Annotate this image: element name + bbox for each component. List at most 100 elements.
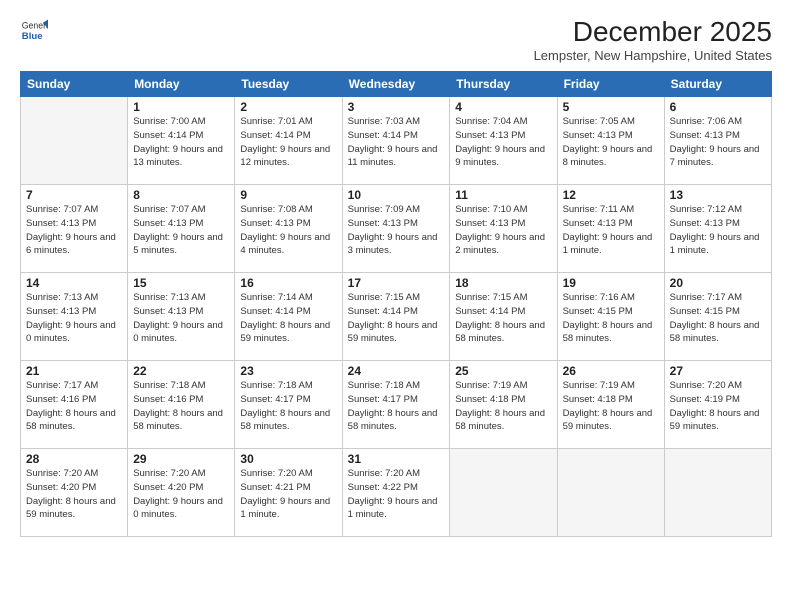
day-info: Sunrise: 7:10 AM Sunset: 4:13 PM Dayligh… [455, 203, 551, 258]
day-number: 21 [26, 364, 122, 378]
calendar-cell [450, 449, 557, 537]
day-info: Sunrise: 7:07 AM Sunset: 4:13 PM Dayligh… [26, 203, 122, 258]
day-info: Sunrise: 7:18 AM Sunset: 4:16 PM Dayligh… [133, 379, 229, 434]
day-number: 7 [26, 188, 122, 202]
calendar-cell: 13Sunrise: 7:12 AM Sunset: 4:13 PM Dayli… [664, 185, 771, 273]
day-number: 11 [455, 188, 551, 202]
day-number: 25 [455, 364, 551, 378]
day-info: Sunrise: 7:13 AM Sunset: 4:13 PM Dayligh… [133, 291, 229, 346]
calendar-week-row: 7Sunrise: 7:07 AM Sunset: 4:13 PM Daylig… [21, 185, 772, 273]
day-number: 27 [670, 364, 766, 378]
calendar-cell: 4Sunrise: 7:04 AM Sunset: 4:13 PM Daylig… [450, 97, 557, 185]
day-info: Sunrise: 7:19 AM Sunset: 4:18 PM Dayligh… [455, 379, 551, 434]
calendar-cell: 14Sunrise: 7:13 AM Sunset: 4:13 PM Dayli… [21, 273, 128, 361]
day-info: Sunrise: 7:17 AM Sunset: 4:15 PM Dayligh… [670, 291, 766, 346]
day-header-monday: Monday [128, 72, 235, 97]
calendar-cell: 9Sunrise: 7:08 AM Sunset: 4:13 PM Daylig… [235, 185, 342, 273]
day-number: 15 [133, 276, 229, 290]
day-number: 31 [348, 452, 445, 466]
svg-text:Blue: Blue [22, 31, 43, 42]
calendar-cell: 12Sunrise: 7:11 AM Sunset: 4:13 PM Dayli… [557, 185, 664, 273]
day-header-friday: Friday [557, 72, 664, 97]
day-number: 23 [240, 364, 336, 378]
day-number: 1 [133, 100, 229, 114]
calendar-cell: 6Sunrise: 7:06 AM Sunset: 4:13 PM Daylig… [664, 97, 771, 185]
day-number: 3 [348, 100, 445, 114]
day-header-thursday: Thursday [450, 72, 557, 97]
day-number: 17 [348, 276, 445, 290]
calendar-cell: 20Sunrise: 7:17 AM Sunset: 4:15 PM Dayli… [664, 273, 771, 361]
day-info: Sunrise: 7:18 AM Sunset: 4:17 PM Dayligh… [348, 379, 445, 434]
calendar-week-row: 14Sunrise: 7:13 AM Sunset: 4:13 PM Dayli… [21, 273, 772, 361]
day-info: Sunrise: 7:03 AM Sunset: 4:14 PM Dayligh… [348, 115, 445, 170]
day-info: Sunrise: 7:09 AM Sunset: 4:13 PM Dayligh… [348, 203, 445, 258]
day-info: Sunrise: 7:05 AM Sunset: 4:13 PM Dayligh… [563, 115, 659, 170]
day-number: 24 [348, 364, 445, 378]
day-info: Sunrise: 7:15 AM Sunset: 4:14 PM Dayligh… [455, 291, 551, 346]
calendar-cell: 29Sunrise: 7:20 AM Sunset: 4:20 PM Dayli… [128, 449, 235, 537]
calendar-cell: 19Sunrise: 7:16 AM Sunset: 4:15 PM Dayli… [557, 273, 664, 361]
calendar-cell: 25Sunrise: 7:19 AM Sunset: 4:18 PM Dayli… [450, 361, 557, 449]
day-number: 14 [26, 276, 122, 290]
logo-icon: General Blue [20, 16, 48, 44]
day-number: 16 [240, 276, 336, 290]
calendar-header-row: SundayMondayTuesdayWednesdayThursdayFrid… [21, 72, 772, 97]
day-info: Sunrise: 7:20 AM Sunset: 4:21 PM Dayligh… [240, 467, 336, 522]
calendar-cell: 2Sunrise: 7:01 AM Sunset: 4:14 PM Daylig… [235, 97, 342, 185]
calendar-table: SundayMondayTuesdayWednesdayThursdayFrid… [20, 71, 772, 537]
day-info: Sunrise: 7:20 AM Sunset: 4:20 PM Dayligh… [26, 467, 122, 522]
day-info: Sunrise: 7:19 AM Sunset: 4:18 PM Dayligh… [563, 379, 659, 434]
calendar-cell: 1Sunrise: 7:00 AM Sunset: 4:14 PM Daylig… [128, 97, 235, 185]
day-number: 18 [455, 276, 551, 290]
day-info: Sunrise: 7:16 AM Sunset: 4:15 PM Dayligh… [563, 291, 659, 346]
calendar-cell [557, 449, 664, 537]
calendar-cell: 21Sunrise: 7:17 AM Sunset: 4:16 PM Dayli… [21, 361, 128, 449]
page-header: General Blue December 2025 Lempster, New… [20, 16, 772, 63]
month-title: December 2025 [534, 16, 772, 48]
day-info: Sunrise: 7:13 AM Sunset: 4:13 PM Dayligh… [26, 291, 122, 346]
title-section: December 2025 Lempster, New Hampshire, U… [534, 16, 772, 63]
day-header-wednesday: Wednesday [342, 72, 450, 97]
day-number: 19 [563, 276, 659, 290]
calendar-cell: 23Sunrise: 7:18 AM Sunset: 4:17 PM Dayli… [235, 361, 342, 449]
day-info: Sunrise: 7:11 AM Sunset: 4:13 PM Dayligh… [563, 203, 659, 258]
calendar-cell: 28Sunrise: 7:20 AM Sunset: 4:20 PM Dayli… [21, 449, 128, 537]
calendar-cell: 11Sunrise: 7:10 AM Sunset: 4:13 PM Dayli… [450, 185, 557, 273]
calendar-cell: 24Sunrise: 7:18 AM Sunset: 4:17 PM Dayli… [342, 361, 450, 449]
calendar-cell: 27Sunrise: 7:20 AM Sunset: 4:19 PM Dayli… [664, 361, 771, 449]
day-info: Sunrise: 7:20 AM Sunset: 4:20 PM Dayligh… [133, 467, 229, 522]
day-info: Sunrise: 7:17 AM Sunset: 4:16 PM Dayligh… [26, 379, 122, 434]
day-number: 8 [133, 188, 229, 202]
calendar-cell: 10Sunrise: 7:09 AM Sunset: 4:13 PM Dayli… [342, 185, 450, 273]
location: Lempster, New Hampshire, United States [534, 48, 772, 63]
day-number: 4 [455, 100, 551, 114]
day-number: 10 [348, 188, 445, 202]
day-number: 30 [240, 452, 336, 466]
day-info: Sunrise: 7:07 AM Sunset: 4:13 PM Dayligh… [133, 203, 229, 258]
calendar-cell: 26Sunrise: 7:19 AM Sunset: 4:18 PM Dayli… [557, 361, 664, 449]
calendar-cell: 8Sunrise: 7:07 AM Sunset: 4:13 PM Daylig… [128, 185, 235, 273]
calendar-cell: 31Sunrise: 7:20 AM Sunset: 4:22 PM Dayli… [342, 449, 450, 537]
day-header-tuesday: Tuesday [235, 72, 342, 97]
calendar-week-row: 28Sunrise: 7:20 AM Sunset: 4:20 PM Dayli… [21, 449, 772, 537]
day-info: Sunrise: 7:08 AM Sunset: 4:13 PM Dayligh… [240, 203, 336, 258]
day-header-saturday: Saturday [664, 72, 771, 97]
day-info: Sunrise: 7:15 AM Sunset: 4:14 PM Dayligh… [348, 291, 445, 346]
calendar-cell: 3Sunrise: 7:03 AM Sunset: 4:14 PM Daylig… [342, 97, 450, 185]
calendar-cell: 16Sunrise: 7:14 AM Sunset: 4:14 PM Dayli… [235, 273, 342, 361]
day-info: Sunrise: 7:12 AM Sunset: 4:13 PM Dayligh… [670, 203, 766, 258]
calendar-cell [664, 449, 771, 537]
day-number: 13 [670, 188, 766, 202]
day-number: 9 [240, 188, 336, 202]
calendar-cell: 7Sunrise: 7:07 AM Sunset: 4:13 PM Daylig… [21, 185, 128, 273]
day-header-sunday: Sunday [21, 72, 128, 97]
day-info: Sunrise: 7:04 AM Sunset: 4:13 PM Dayligh… [455, 115, 551, 170]
day-number: 22 [133, 364, 229, 378]
day-number: 29 [133, 452, 229, 466]
calendar-cell: 15Sunrise: 7:13 AM Sunset: 4:13 PM Dayli… [128, 273, 235, 361]
day-number: 28 [26, 452, 122, 466]
calendar-cell [21, 97, 128, 185]
svg-text:General: General [22, 20, 48, 30]
day-info: Sunrise: 7:14 AM Sunset: 4:14 PM Dayligh… [240, 291, 336, 346]
day-number: 2 [240, 100, 336, 114]
